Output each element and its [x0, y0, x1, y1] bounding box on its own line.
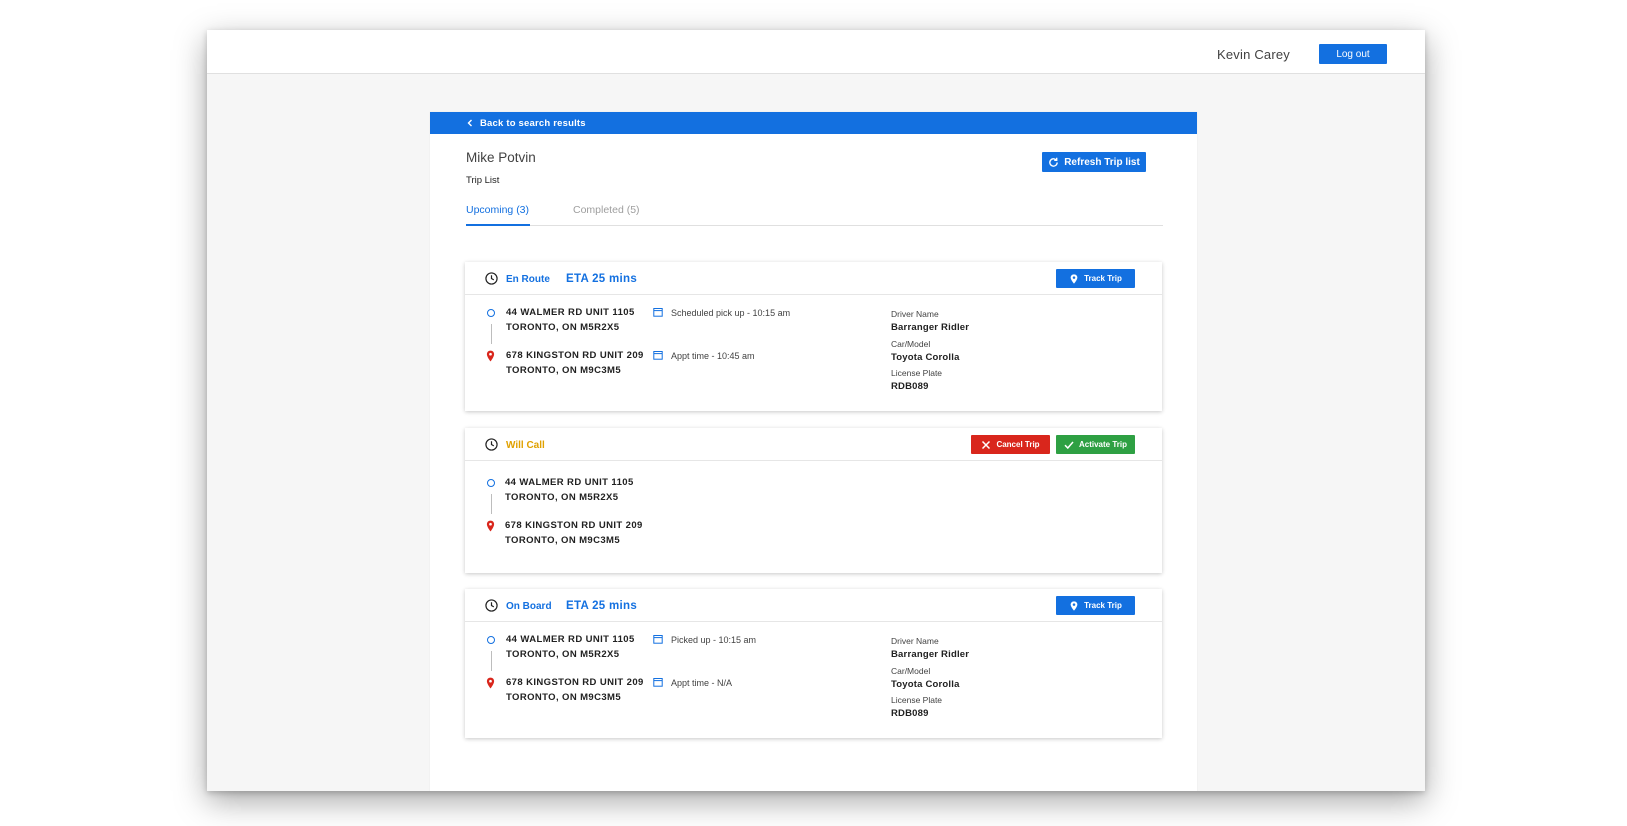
refresh-trip-list-button[interactable]: Refresh Trip list — [1042, 152, 1146, 172]
origin-dot-icon — [487, 636, 495, 644]
trip-card-header: On Board ETA 25 mins Track Trip — [465, 589, 1162, 622]
close-icon — [982, 440, 991, 449]
route-line — [491, 324, 492, 344]
check-icon — [1064, 441, 1074, 449]
route-line — [491, 494, 492, 514]
calendar-icon — [653, 635, 663, 644]
license-plate-label: License Plate — [891, 695, 943, 705]
appointment-time: Appt time - 10:45 am — [671, 351, 755, 361]
location-pin-icon — [1070, 273, 1078, 284]
trip-card-header: En Route ETA 25 mins Track Trip — [465, 262, 1162, 295]
car-model-label: Car/Model — [891, 339, 931, 349]
clock-icon — [485, 438, 498, 451]
refresh-icon — [1049, 157, 1059, 167]
trip-eta: ETA 25 mins — [566, 600, 638, 612]
dropoff-line2: TORONTO, ON M9C3M5 — [505, 535, 621, 546]
clock-icon — [485, 272, 498, 285]
track-trip-label: Track Trip — [1084, 601, 1122, 610]
dropoff-address: 678 KINGSTON RD UNIT 209 TORONTO, ON M9C… — [506, 348, 644, 378]
dropoff-address: 678 KINGSTON RD UNIT 209 TORONTO, ON M9C… — [505, 518, 643, 548]
trip-tabs: Upcoming (3) Completed (5) — [466, 202, 1163, 226]
trip-card-header: Will Call Cancel Trip Activate Trip — [465, 428, 1162, 461]
pickup-address: 44 WALMER RD UNIT 1105 TORONTO, ON M5R2X… — [506, 305, 635, 335]
destination-pin-icon — [486, 520, 495, 532]
top-bar: Kevin Carey Log out — [207, 30, 1425, 74]
origin-dot-icon — [487, 479, 495, 487]
pickup-line1: 44 WALMER RD UNIT 1105 — [506, 307, 635, 318]
dropoff-address: 678 KINGSTON RD UNIT 209 TORONTO, ON M9C… — [506, 675, 644, 705]
pickup-line1: 44 WALMER RD UNIT 1105 — [506, 634, 635, 645]
destination-pin-icon — [486, 677, 495, 689]
calendar-icon — [653, 678, 663, 687]
pickup-address: 44 WALMER RD UNIT 1105 TORONTO, ON M5R2X… — [505, 475, 634, 505]
app-window: Kevin Carey Log out Back to search resul… — [207, 30, 1425, 791]
trip-list-label: Trip List — [466, 175, 500, 186]
user-name: Kevin Carey — [1216, 47, 1290, 62]
license-plate: RDB089 — [891, 708, 929, 719]
trip-eta: ETA 25 mins — [566, 273, 638, 285]
trip-card: Will Call Cancel Trip Activate Trip 44 W… — [465, 428, 1162, 573]
back-label: Back to search results — [480, 117, 586, 129]
car-model-label: Car/Model — [891, 666, 931, 676]
car-model: Toyota Corolla — [891, 352, 960, 363]
calendar-icon — [653, 308, 663, 317]
refresh-label: Refresh Trip list — [1064, 156, 1140, 168]
activate-trip-button[interactable]: Activate Trip — [1056, 435, 1135, 454]
car-model: Toyota Corolla — [891, 679, 960, 690]
license-plate: RDB089 — [891, 381, 929, 392]
driver-name: Barranger Ridler — [891, 322, 970, 333]
dropoff-line2: TORONTO, ON M9C3M5 — [506, 365, 622, 376]
calendar-icon — [653, 351, 663, 360]
client-name: Mike Potvin — [466, 150, 536, 165]
route-line — [491, 651, 492, 671]
pickup-address: 44 WALMER RD UNIT 1105 TORONTO, ON M5R2X… — [506, 632, 635, 662]
active-tab-indicator — [466, 224, 530, 226]
logout-button[interactable]: Log out — [1319, 44, 1387, 64]
trip-card: En Route ETA 25 mins Track Trip 44 WALME… — [465, 262, 1162, 411]
pickup-line2: TORONTO, ON M5R2X5 — [506, 649, 620, 660]
cancel-trip-button[interactable]: Cancel Trip — [971, 435, 1050, 454]
cancel-trip-label: Cancel Trip — [996, 440, 1040, 449]
track-trip-label: Track Trip — [1084, 274, 1122, 283]
picked-up-time: Picked up - 10:15 am — [671, 635, 757, 645]
dropoff-line1: 678 KINGSTON RD UNIT 209 — [506, 677, 644, 688]
scheduled-pickup-time: Scheduled pick up - 10:15 am — [671, 308, 791, 318]
driver-name-label: Driver Name — [891, 309, 939, 319]
back-to-search-link[interactable]: Back to search results — [430, 112, 1197, 134]
trip-card: On Board ETA 25 mins Track Trip 44 WALME… — [465, 589, 1162, 738]
dropoff-line2: TORONTO, ON M9C3M5 — [506, 692, 622, 703]
trip-status: On Board — [506, 601, 552, 612]
driver-name: Barranger Ridler — [891, 649, 970, 660]
track-trip-button[interactable]: Track Trip — [1056, 269, 1135, 288]
driver-name-label: Driver Name — [891, 636, 939, 646]
appointment-time: Appt time - N/A — [671, 678, 733, 688]
trip-status: En Route — [506, 274, 550, 285]
origin-dot-icon — [487, 309, 495, 317]
activate-trip-label: Activate Trip — [1078, 440, 1127, 449]
pickup-line2: TORONTO, ON M5R2X5 — [505, 492, 619, 503]
tab-upcoming[interactable]: Upcoming (3) — [466, 204, 529, 216]
pickup-line1: 44 WALMER RD UNIT 1105 — [505, 477, 634, 488]
chevron-left-icon — [467, 119, 472, 127]
destination-pin-icon — [486, 350, 495, 362]
trip-panel: Back to search results Mike Potvin Trip … — [430, 112, 1197, 791]
location-pin-icon — [1070, 600, 1078, 611]
clock-icon — [485, 599, 498, 612]
trip-status: Will Call — [506, 440, 545, 451]
tab-completed[interactable]: Completed (5) — [573, 204, 640, 216]
pickup-line2: TORONTO, ON M5R2X5 — [506, 322, 620, 333]
dropoff-line1: 678 KINGSTON RD UNIT 209 — [506, 350, 644, 361]
license-plate-label: License Plate — [891, 368, 943, 378]
track-trip-button[interactable]: Track Trip — [1056, 596, 1135, 615]
dropoff-line1: 678 KINGSTON RD UNIT 209 — [505, 520, 643, 531]
